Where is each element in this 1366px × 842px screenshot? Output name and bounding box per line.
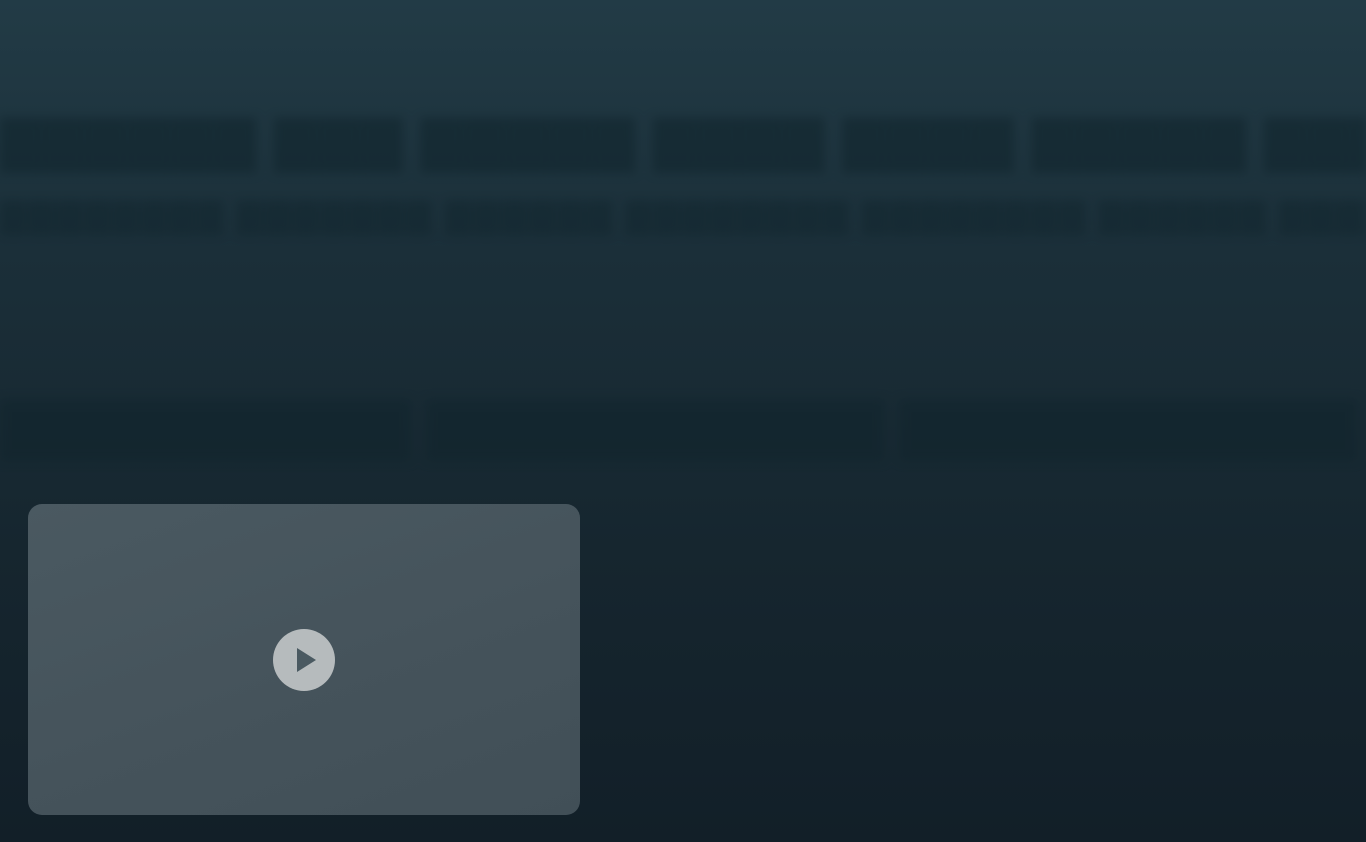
blurred-subheading: ▇▇▇▇▇▇▇▇ ▇▇▇▇▇▇▇ ▇▇▇▇▇▇ ▇▇▇▇▇▇▇▇ ▇▇▇▇▇▇▇…	[0, 197, 1366, 235]
video-thumbnail[interactable]	[28, 504, 580, 815]
play-button[interactable]	[273, 629, 335, 691]
blurred-banner-text: ▇▇▇▇▇▇▇▇▇ ▇▇▇▇▇▇▇▇▇▇ ▇▇▇▇▇▇▇▇▇▇ ▇▇▇▇▇▇▇▇…	[0, 394, 1366, 459]
blurred-heading: ▇▇▇▇▇▇ ▇▇▇ ▇▇▇▇▇ ▇▇▇▇ ▇▇▇▇ ▇▇▇▇▇ ▇▇▇ ▇▇▇…	[0, 113, 1366, 171]
play-icon	[297, 648, 316, 672]
